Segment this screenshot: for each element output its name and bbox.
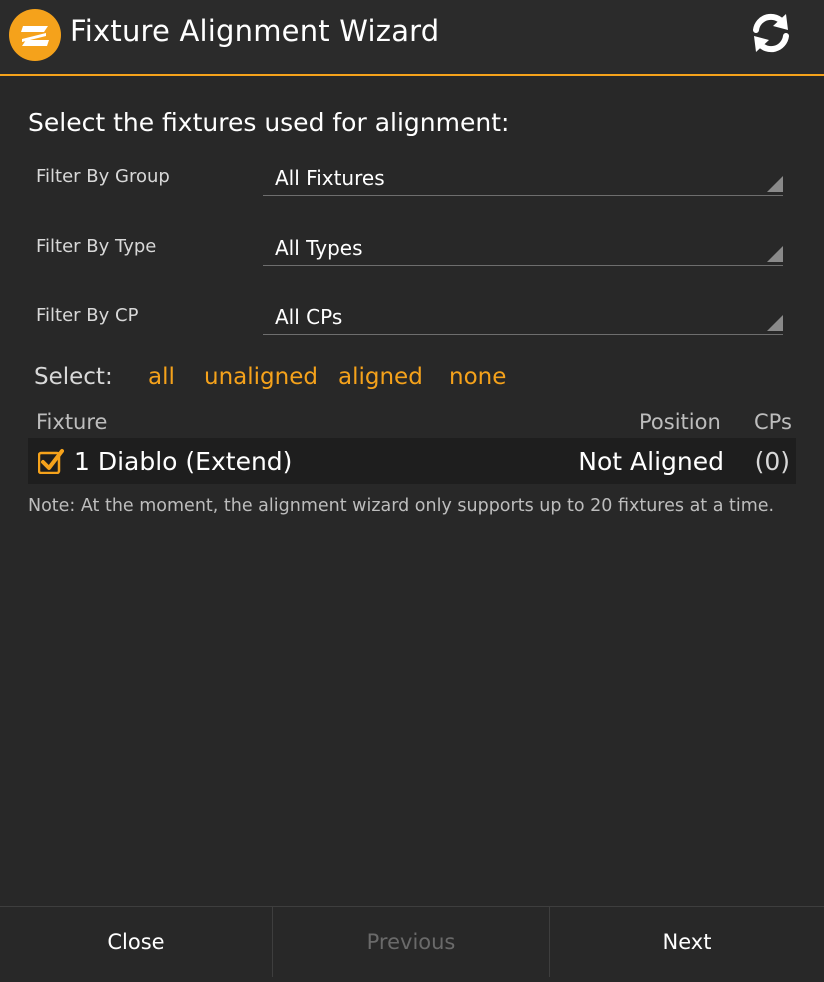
filter-cp-label: Filter By CP	[36, 305, 139, 326]
column-header-position: Position	[639, 410, 721, 434]
next-button[interactable]: Next	[550, 907, 824, 977]
table-row[interactable]: 1 Diablo (Extend) Not Aligned (0)	[28, 438, 796, 484]
column-header-cps: CPs	[754, 410, 792, 434]
select-none-link[interactable]: none	[449, 364, 506, 390]
checkbox-checked-icon[interactable]	[38, 448, 64, 474]
previous-button[interactable]: Previous	[273, 907, 549, 977]
select-label: Select:	[34, 364, 113, 390]
fixture-limit-note: Note: At the moment, the alignment wizar…	[28, 496, 775, 516]
filter-group-dropdown[interactable]: All Fixtures	[263, 160, 783, 196]
filter-type-label: Filter By Type	[36, 236, 157, 257]
filter-type-dropdown[interactable]: All Types	[263, 230, 783, 266]
column-header-fixture: Fixture	[36, 410, 108, 434]
footer-bar: Close Previous Next	[0, 906, 824, 982]
window-title: Fixture Alignment Wizard	[70, 14, 440, 48]
refresh-icon[interactable]	[748, 10, 794, 56]
filter-group-label: Filter By Group	[36, 166, 170, 187]
fixture-name: 1 Diablo (Extend)	[74, 447, 293, 476]
fixture-cps: (0)	[754, 447, 790, 476]
filter-cp-value: All CPs	[275, 305, 343, 329]
select-unaligned-link[interactable]: unaligned	[204, 364, 318, 390]
select-all-link[interactable]: all	[148, 364, 175, 390]
filter-group-value: All Fixtures	[275, 166, 385, 190]
filter-type-value: All Types	[275, 236, 363, 260]
dropdown-caret-icon	[767, 246, 783, 262]
page-heading: Select the fixtures used for alignment:	[28, 108, 510, 137]
select-aligned-link[interactable]: aligned	[338, 364, 423, 390]
filter-cp-dropdown[interactable]: All CPs	[263, 299, 783, 335]
fixture-position: Not Aligned	[578, 447, 724, 476]
dropdown-caret-icon	[767, 176, 783, 192]
app-logo-icon	[9, 9, 61, 61]
close-button[interactable]: Close	[0, 907, 272, 977]
dropdown-caret-icon	[767, 315, 783, 331]
title-bar: Fixture Alignment Wizard	[0, 0, 824, 76]
